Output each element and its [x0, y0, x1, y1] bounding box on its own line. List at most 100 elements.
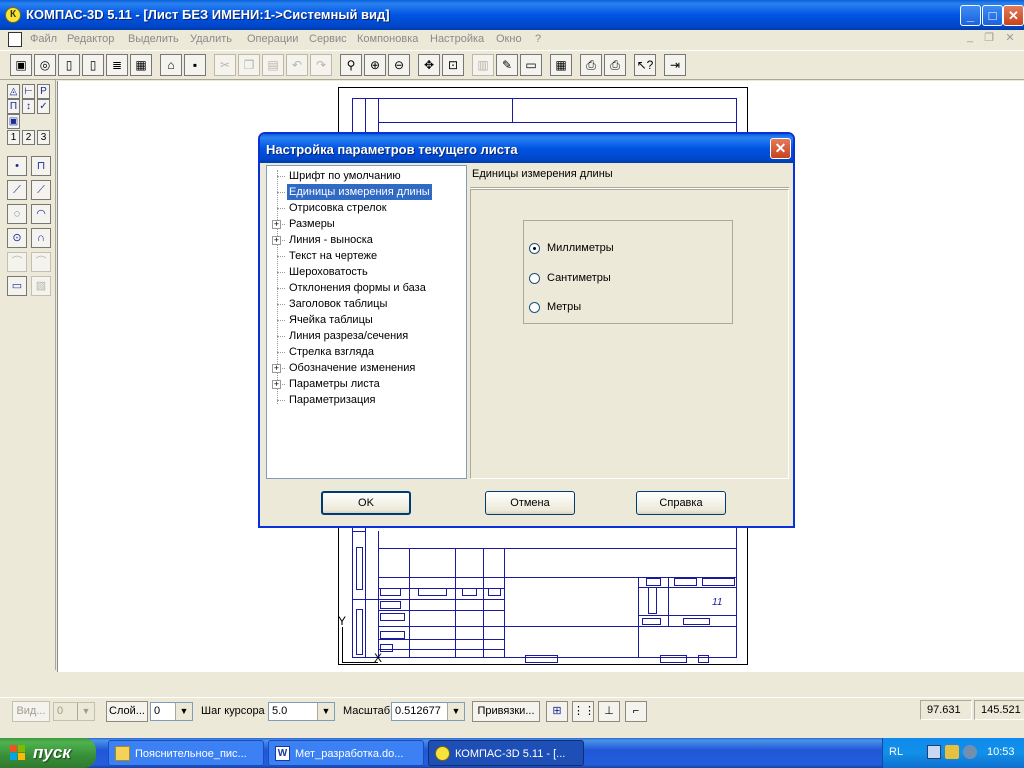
rectangle-icon[interactable]: ▭: [7, 276, 27, 296]
geometry-mode-icon[interactable]: ◬: [7, 84, 20, 99]
expand-plus-icon[interactable]: +: [272, 220, 281, 229]
arc-icon[interactable]: ◠: [31, 204, 51, 224]
segment-icon[interactable]: ⟋: [7, 180, 27, 200]
menu-settings[interactable]: Настройка: [430, 33, 484, 45]
redo-icon[interactable]: ↷: [310, 54, 332, 76]
close-button[interactable]: ✕: [1003, 5, 1024, 26]
zoom-in-icon[interactable]: ⊕: [364, 54, 386, 76]
new-document-icon[interactable]: ▣: [10, 54, 32, 76]
exit-icon[interactable]: ⇥: [664, 54, 686, 76]
edit-mode-icon[interactable]: Π: [7, 99, 20, 114]
task-button-method-doc[interactable]: W Мет_разработка.do...: [268, 740, 424, 766]
print-icon[interactable]: ⎙: [604, 54, 626, 76]
dialog-title-bar[interactable]: Настройка параметров текущего листа ✕: [260, 134, 793, 163]
new-fragment-icon[interactable]: ◎: [34, 54, 56, 76]
dialog-close-button[interactable]: ✕: [770, 138, 791, 159]
layer-button[interactable]: Слой...: [106, 701, 148, 722]
maximize-button[interactable]: □: [982, 5, 1003, 26]
help-button[interactable]: Справка: [636, 491, 726, 515]
hatch-icon[interactable]: ▨: [31, 276, 51, 296]
layer-select[interactable]: 0 ▼: [150, 702, 193, 721]
new-table-icon[interactable]: ▦: [130, 54, 152, 76]
print-preview-icon[interactable]: ⎙: [580, 54, 602, 76]
scale-select[interactable]: 0.512677 ▼: [391, 702, 465, 721]
select-mode-icon[interactable]: ▣: [7, 114, 20, 129]
chevron-down-icon[interactable]: ▼: [447, 703, 464, 720]
mdi-restore-button[interactable]: ❐: [981, 31, 997, 46]
mdi-close-button[interactable]: ✕: [1002, 31, 1018, 46]
expand-plus-icon[interactable]: +: [272, 364, 281, 373]
auxiliary-line-icon[interactable]: ⊓: [31, 156, 51, 176]
fillet-icon[interactable]: ⌒: [7, 252, 27, 272]
tab-1[interactable]: 1: [7, 130, 20, 145]
chevron-down-icon[interactable]: ▼: [77, 703, 94, 720]
spline-icon[interactable]: ∩: [31, 228, 51, 248]
expand-plus-icon[interactable]: +: [272, 380, 281, 389]
properties-icon[interactable]: ▭: [520, 54, 542, 76]
designation-mode-icon[interactable]: P: [37, 84, 50, 99]
tab-3[interactable]: 3: [37, 130, 50, 145]
radio-millimeters-circle[interactable]: [529, 243, 540, 254]
tab-2[interactable]: 2: [22, 130, 35, 145]
menu-select[interactable]: Выделить: [128, 33, 179, 45]
measure-mode-icon[interactable]: ↕: [22, 99, 35, 114]
undo-icon[interactable]: ↶: [286, 54, 308, 76]
menu-editor[interactable]: Редактор: [67, 33, 114, 45]
expand-plus-icon[interactable]: +: [272, 236, 281, 245]
layer-icon[interactable]: ▥: [472, 54, 494, 76]
ellipse-icon[interactable]: ⊙: [7, 228, 27, 248]
chamfer-icon[interactable]: ⌒: [31, 252, 51, 272]
clock[interactable]: 10:53: [987, 746, 1015, 758]
cursor-step-select[interactable]: 5.0 ▼: [268, 702, 335, 721]
chevron-down-icon[interactable]: ▼: [317, 703, 334, 720]
paste-icon[interactable]: ▤: [262, 54, 284, 76]
cancel-button[interactable]: Отмена: [485, 491, 575, 515]
menu-layout[interactable]: Компоновка: [357, 33, 418, 45]
radio-centimeters-circle[interactable]: [529, 273, 540, 284]
view-button[interactable]: Вид...: [12, 701, 50, 722]
new-spec-icon[interactable]: ≣: [106, 54, 128, 76]
network-icon[interactable]: [927, 745, 941, 759]
menu-help[interactable]: ?: [535, 33, 541, 45]
document-icon[interactable]: [8, 32, 22, 47]
calculator-icon[interactable]: ▦: [550, 54, 572, 76]
local-cs-icon[interactable]: ⌐: [625, 701, 647, 722]
circle-icon[interactable]: ◌: [7, 204, 27, 224]
ok-button[interactable]: OK: [321, 491, 411, 515]
kompas-app-icon[interactable]: К: [5, 7, 21, 23]
menu-file[interactable]: Файл: [30, 33, 57, 45]
new-sheet-icon[interactable]: ▯: [58, 54, 80, 76]
settings-tree[interactable]: Шрифт по умолчанию Единицы измерения длин…: [266, 165, 467, 479]
chevron-down-icon[interactable]: ▼: [175, 703, 192, 720]
zoom-fit-icon[interactable]: ⊡: [442, 54, 464, 76]
grid-icon[interactable]: ⋮⋮: [572, 701, 595, 722]
menu-service[interactable]: Сервис: [309, 33, 347, 45]
zoom-icon[interactable]: ⚲: [340, 54, 362, 76]
orthogonal-icon[interactable]: ⊥: [598, 701, 620, 722]
task-button-kompas[interactable]: КОМПАС-3D 5.11 - [...: [428, 740, 584, 766]
parametric-mode-icon[interactable]: ✓: [37, 99, 50, 114]
menu-delete[interactable]: Удалить: [190, 33, 232, 45]
save-icon[interactable]: ▪: [184, 54, 206, 76]
zoom-out-icon[interactable]: ⊖: [388, 54, 410, 76]
menu-window[interactable]: Окно: [496, 33, 522, 45]
new-text-doc-icon[interactable]: ▯: [82, 54, 104, 76]
edit-pencil-icon[interactable]: ✎: [496, 54, 518, 76]
language-indicator[interactable]: RL: [889, 746, 903, 758]
point-icon[interactable]: •: [7, 156, 27, 176]
copy-icon[interactable]: ❐: [238, 54, 260, 76]
mdi-minimize-button[interactable]: _: [962, 31, 978, 46]
task-button-explanatory-note[interactable]: Пояснительное_пис...: [108, 740, 264, 766]
dimension-mode-icon[interactable]: ⊢: [22, 84, 35, 99]
snap-grid-icon[interactable]: ⊞: [546, 701, 568, 722]
radio-meters-circle[interactable]: [529, 302, 540, 313]
view-select[interactable]: 0 ▼: [53, 702, 95, 721]
help-cursor-icon[interactable]: ↖?: [634, 54, 656, 76]
minimize-button[interactable]: _: [960, 5, 981, 26]
open-folder-icon[interactable]: ⌂: [160, 54, 182, 76]
title-bar[interactable]: К КОМПАС-3D 5.11 - [Лист БЕЗ ИМЕНИ:1->Си…: [0, 0, 1024, 30]
antivirus-icon[interactable]: [945, 745, 959, 759]
snaps-button[interactable]: Привязки...: [472, 701, 540, 722]
start-button[interactable]: пуск: [0, 738, 96, 768]
pan-icon[interactable]: ✥: [418, 54, 440, 76]
